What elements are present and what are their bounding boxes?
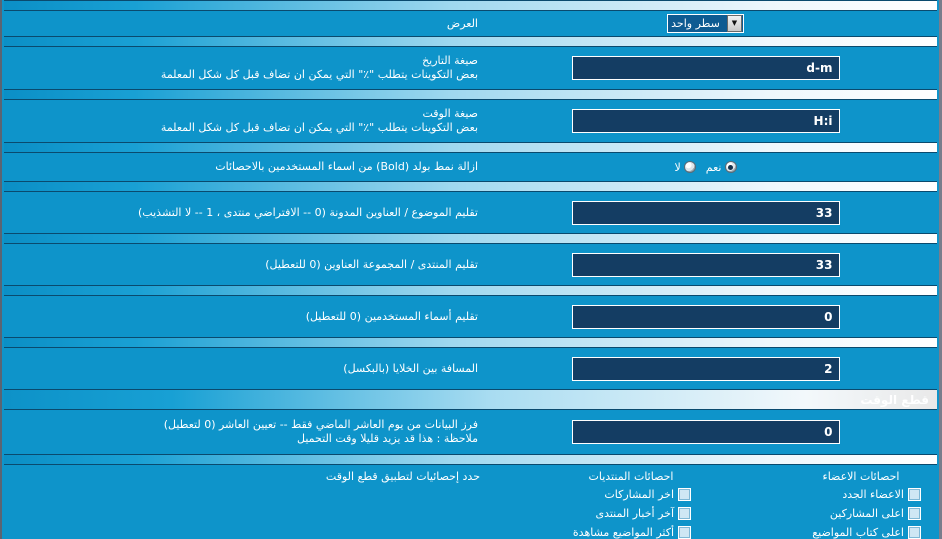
- sort-data-label-block: فرز البيانات من يوم العاشر الماضي فقط --…: [10, 418, 480, 446]
- section-header-timecut-title: قطع الوقت: [860, 392, 929, 407]
- separator-7: [4, 337, 937, 348]
- cell-spacing-label: المسافة بين الخلايا (بالبكسل): [343, 361, 478, 375]
- bold-removal-label: ازالة نمط بولد (Bold) من اسماء المستخدمي…: [215, 160, 478, 173]
- list-item-label: آخر أخبار المنتدى: [595, 507, 674, 520]
- trim-usernames-cell: [480, 304, 931, 329]
- date-format-cell: [480, 56, 931, 80]
- sort-data-note: ملاحظة : هذا قد يزيد قليلا وقت التحميل: [297, 432, 478, 445]
- trim-topic-cell: [480, 200, 931, 225]
- time-format-input[interactable]: [571, 109, 840, 133]
- list-item-label: الاعضاء الجدد: [842, 488, 904, 501]
- bold-removal-option-yes-label: نعم: [705, 160, 722, 174]
- chevron-down-icon[interactable]: ▼: [726, 15, 742, 32]
- checkbox-unchecked-icon[interactable]: [678, 488, 691, 501]
- row-bold-removal: نعم لا ازالة نمط بولد (Bold) من اسماء ال…: [2, 153, 939, 181]
- separator-6: [4, 285, 937, 296]
- stats-column-members-header: احصائات الاعضاء: [822, 470, 900, 483]
- list-item-label: اعلى المشاركين: [829, 507, 904, 520]
- stats-column-members: احصائات الاعضاء الاعضاء الجدد اعلى المشا…: [801, 468, 921, 539]
- trim-usernames-label: تقليم أسماء المستخدمين (0 للتعطيل): [305, 309, 478, 323]
- row-trim-topic: تقليم الموضوع / العناوين المدونة (0 -- ا…: [2, 192, 939, 233]
- cell-spacing-cell: [480, 356, 931, 381]
- radio-selected-icon[interactable]: [724, 161, 737, 173]
- bold-removal-option-no-label: لا: [674, 160, 681, 174]
- bold-removal-cell: نعم لا: [480, 161, 931, 174]
- time-format-label-block: صيغة الوقت بعض التكوينات يتطلب "٪" التي …: [10, 107, 480, 135]
- list-item-label: أكثر المواضيع مشاهدة: [572, 526, 674, 539]
- sort-data-cell: [480, 420, 931, 444]
- list-item-label: اعلى كتاب المواضيع: [812, 526, 904, 539]
- row-timecut-stats: احصائات الاعضاء الاعضاء الجدد اعلى المشا…: [2, 465, 939, 539]
- bold-removal-option-no[interactable]: لا: [675, 161, 696, 174]
- list-item[interactable]: أكثر المواضيع مشاهدة: [571, 523, 691, 539]
- trim-forum-label: تقليم المنتدى / المجموعة العناوين (0 للت…: [265, 257, 478, 271]
- row-time-format: صيغة الوقت بعض التكوينات يتطلب "٪" التي …: [2, 100, 939, 142]
- checkbox-unchecked-icon[interactable]: [678, 507, 691, 520]
- trim-topic-input[interactable]: [571, 200, 840, 225]
- timecut-stats-label: حدد إحصائيات لتطبيق قطع الوقت: [325, 470, 480, 483]
- separator-3: [4, 142, 937, 153]
- bold-removal-option-yes[interactable]: نعم: [706, 161, 737, 174]
- date-format-input[interactable]: [571, 56, 840, 80]
- list-item[interactable]: الاعضاء الجدد: [801, 485, 921, 504]
- checkbox-unchecked-icon[interactable]: [908, 526, 921, 539]
- list-item[interactable]: اعلى المشاركين: [801, 504, 921, 523]
- row-sort-data: فرز البيانات من يوم العاشر الماضي فقط --…: [2, 410, 939, 454]
- display-label: العرض: [446, 16, 478, 30]
- row-trim-usernames: تقليم أسماء المستخدمين (0 للتعطيل): [2, 296, 939, 337]
- checkbox-unchecked-icon[interactable]: [908, 488, 921, 501]
- separator-4: [4, 181, 937, 192]
- checkbox-unchecked-icon[interactable]: [908, 507, 921, 520]
- trim-forum-cell: [480, 252, 931, 277]
- list-item[interactable]: آخر أخبار المنتدى: [571, 504, 691, 523]
- sort-data-label: فرز البيانات من يوم العاشر الماضي فقط --…: [163, 418, 478, 431]
- row-display: ▼ سطر واحد العرض: [2, 11, 939, 36]
- time-format-label: صيغة الوقت: [422, 107, 478, 120]
- stats-column-forums: احصائات المنتديات اخر المشاركات آخر أخبا…: [571, 468, 691, 539]
- cell-spacing-input[interactable]: [571, 356, 840, 381]
- sort-data-input[interactable]: [571, 420, 840, 444]
- timecut-stats-columns: احصائات الاعضاء الاعضاء الجدد اعلى المشا…: [480, 468, 931, 539]
- display-select[interactable]: ▼ سطر واحد: [667, 14, 744, 33]
- time-format-cell: [480, 109, 931, 133]
- trim-topic-label: تقليم الموضوع / العناوين المدونة (0 -- ا…: [138, 205, 478, 219]
- settings-panel: ▼ سطر واحد العرض صيغة التاريخ بعض التكوي…: [0, 0, 942, 539]
- date-format-label: صيغة التاريخ: [422, 54, 478, 67]
- date-format-label-block: صيغة التاريخ بعض التكوينات يتطلب "٪" الت…: [10, 54, 480, 82]
- checkbox-unchecked-icon[interactable]: [678, 526, 691, 539]
- row-date-format: صيغة التاريخ بعض التكوينات يتطلب "٪" الت…: [2, 47, 939, 89]
- bold-removal-radio-group: نعم لا: [675, 161, 737, 174]
- trim-forum-input[interactable]: [571, 252, 840, 277]
- section-header-timecut: قطع الوقت: [4, 389, 937, 410]
- separator-8: [4, 454, 937, 465]
- date-format-hint: بعض التكوينات يتطلب "٪" التي يمكن ان تضا…: [160, 68, 478, 81]
- list-item-label: اخر المشاركات: [604, 488, 674, 501]
- radio-unselected-icon[interactable]: [683, 161, 696, 173]
- row-cell-spacing: المسافة بين الخلايا (بالبكسل): [2, 348, 939, 389]
- separator-5: [4, 233, 937, 244]
- separator-2: [4, 89, 937, 100]
- display-select-cell: ▼ سطر واحد: [480, 14, 931, 33]
- row-trim-forum: تقليم المنتدى / المجموعة العناوين (0 للت…: [2, 244, 939, 285]
- trim-usernames-input[interactable]: [571, 304, 840, 329]
- separator-1: [4, 36, 937, 47]
- stats-column-forums-header: احصائات المنتديات: [588, 470, 674, 483]
- list-item[interactable]: اعلى كتاب المواضيع: [801, 523, 921, 539]
- display-select-value: سطر واحد: [671, 17, 720, 30]
- separator-top: [4, 0, 937, 11]
- list-item[interactable]: اخر المشاركات: [571, 485, 691, 504]
- time-format-hint: بعض التكوينات يتطلب "٪" التي يمكن ان تضا…: [160, 121, 478, 134]
